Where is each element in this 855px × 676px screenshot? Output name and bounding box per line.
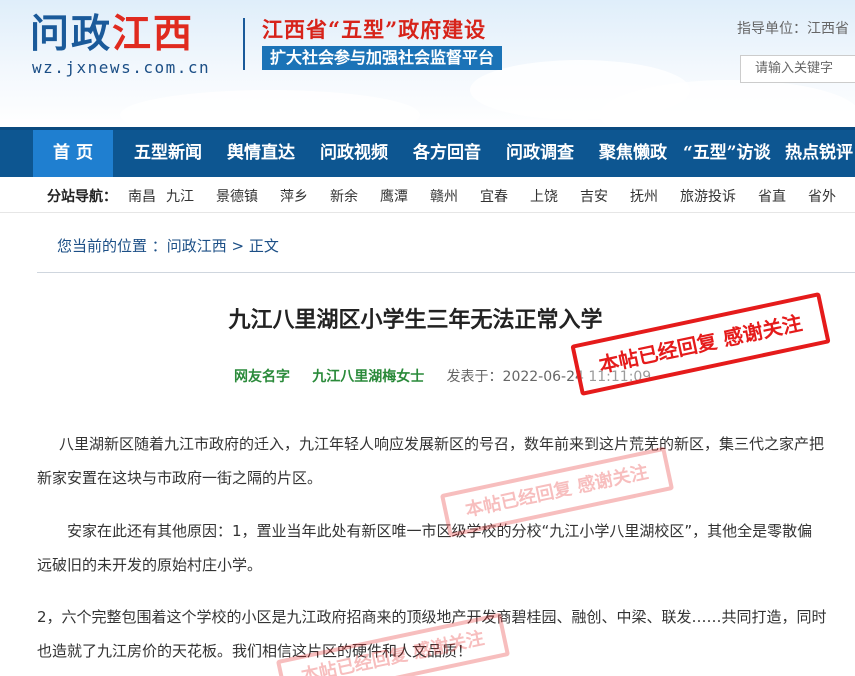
- branch-item[interactable]: 省外: [808, 186, 836, 206]
- branch-item[interactable]: 旅游投诉: [680, 186, 736, 206]
- nav-item-home[interactable]: 首 页: [33, 130, 113, 177]
- logo-text-blue: 问政: [30, 12, 113, 57]
- slogan-title: 江西省“五型”政府建设: [262, 17, 487, 42]
- main-nav: 首 页 五型新闻 舆情直达 问政视频 各方回音 问政调查 聚焦懒政 “五型”访谈…: [0, 127, 855, 177]
- branch-item[interactable]: 省直: [758, 186, 786, 206]
- branch-item[interactable]: 吉安: [580, 186, 608, 206]
- guide-unit-label: 指导单位：江西省: [737, 21, 849, 37]
- logo-divider: [243, 18, 245, 70]
- breadcrumb[interactable]: 您当前的位置 ：问政江西 > 正文: [57, 235, 279, 256]
- nav-item-responses[interactable]: 各方回音: [413, 130, 481, 177]
- branch-nav-label: 分站导航：: [47, 189, 117, 205]
- branch-item[interactable]: 抚州: [630, 186, 658, 206]
- branch-item[interactable]: 南昌: [128, 186, 156, 206]
- author-label: 网友名字: [234, 369, 290, 385]
- branch-item[interactable]: 九江: [166, 186, 194, 206]
- branch-item[interactable]: 上饶: [530, 186, 558, 206]
- nav-item-interview[interactable]: “五型”访谈: [683, 130, 771, 177]
- logo-text-red: 江西: [112, 12, 195, 57]
- cloud-decoration: [120, 90, 420, 127]
- slogan-subtitle: 扩大社会参与加强社会监督平台: [262, 46, 503, 70]
- nav-item-lazy-gov[interactable]: 聚焦懒政: [599, 130, 667, 177]
- branch-item[interactable]: 新余: [330, 186, 358, 206]
- site-logo[interactable]: 问政江西: [30, 12, 194, 58]
- nav-item-hot-comment[interactable]: 热点锐评: [785, 130, 853, 177]
- article-paragraph: 安家在此还有其他原因：1，置业当年此处有新区唯一市区级学校的分校“九江小学八里湖…: [37, 522, 813, 574]
- breadcrumb-divider: [37, 272, 855, 273]
- nav-item-opinion[interactable]: 舆情直达: [227, 130, 295, 177]
- branch-item[interactable]: 赣州: [430, 186, 458, 206]
- article-paragraph: 八里湖新区随着九江市政府的迁入，九江年轻人响应发展新区的号召，数年前来到这片荒芜…: [37, 435, 825, 487]
- author-name[interactable]: 九江八里湖梅女士: [312, 369, 424, 385]
- nav-item-news[interactable]: 五型新闻: [134, 130, 202, 177]
- branch-item[interactable]: 宜春: [480, 186, 508, 206]
- branch-item[interactable]: 鹰潭: [380, 186, 408, 206]
- nav-item-survey[interactable]: 问政调查: [506, 130, 574, 177]
- branch-nav: 分站导航： 南昌 九江 景德镇 萍乡 新余 鹰潭 赣州 宜春 上饶 吉安 抚州 …: [0, 177, 855, 213]
- search-input[interactable]: 请输入关键字: [740, 55, 855, 83]
- branch-item[interactable]: 萍乡: [280, 186, 308, 206]
- branch-item[interactable]: 景德镇: [216, 186, 258, 206]
- site-header: 问政江西 wz.jxnews.com.cn 江西省“五型”政府建设 扩大社会参与…: [0, 0, 855, 127]
- nav-item-video[interactable]: 问政视频: [320, 130, 388, 177]
- logo-url: wz.jxnews.com.cn: [32, 58, 211, 77]
